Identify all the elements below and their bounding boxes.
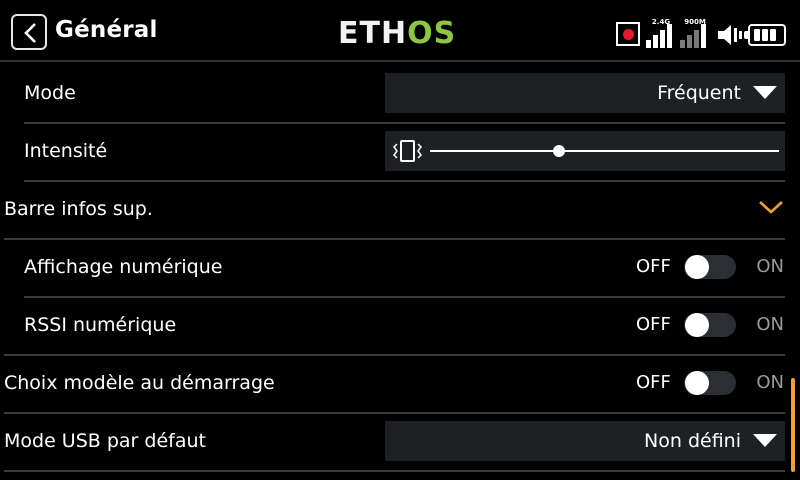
dropdown-arrow-icon xyxy=(753,86,777,99)
slider-track[interactable] xyxy=(430,150,779,152)
signal-2-4g-label: 2.4G xyxy=(651,18,671,26)
toggle-on-label: ON xyxy=(756,256,784,277)
mode-label: Mode xyxy=(24,82,76,104)
vibration-icon xyxy=(393,140,422,162)
divider xyxy=(4,470,785,472)
mode-value: Fréquent xyxy=(657,82,741,104)
speaker-icon xyxy=(718,25,742,45)
toggle-knob[interactable] xyxy=(685,255,709,279)
model-choice-toggle[interactable]: OFF ON xyxy=(624,354,784,412)
logo-text-eth: ETH xyxy=(338,16,408,51)
setting-row-intensity: Intensité xyxy=(0,122,800,180)
intensity-label: Intensité xyxy=(24,140,108,162)
usb-mode-dropdown[interactable]: Non défini xyxy=(385,421,785,461)
mode-dropdown[interactable]: Fréquent xyxy=(385,73,785,113)
rssi-numeric-toggle[interactable]: OFF ON xyxy=(624,296,784,354)
header-bar: Général ETHOS 2.4G 900M xyxy=(0,0,800,66)
signal-900m-label: 900M xyxy=(684,18,706,26)
logo-text-os: OS xyxy=(407,16,457,51)
usb-mode-label: Mode USB par défaut xyxy=(4,430,206,452)
signal-900m-icon: 900M xyxy=(678,18,712,48)
toggle-on-label: ON xyxy=(756,314,784,335)
dropdown-arrow-icon xyxy=(753,434,777,447)
model-choice-label: Choix modèle au démarrage xyxy=(4,372,275,394)
setting-row-rssi-numeric: RSSI numérique OFF ON xyxy=(0,296,800,354)
toggle-off-label: OFF xyxy=(636,314,671,335)
rssi-numeric-label: RSSI numérique xyxy=(24,314,177,336)
chevron-left-icon xyxy=(24,23,36,43)
toggle-off-label: OFF xyxy=(636,372,671,393)
infobar-label: Barre infos sup. xyxy=(4,198,153,220)
toggle-knob[interactable] xyxy=(685,371,709,395)
toggle-on-label: ON xyxy=(756,372,784,393)
battery-icon xyxy=(744,24,786,46)
numeric-display-toggle[interactable]: OFF ON xyxy=(624,238,784,296)
record-icon xyxy=(616,22,640,46)
section-header-infobar[interactable]: Barre infos sup. xyxy=(0,180,800,238)
toggle-knob[interactable] xyxy=(685,313,709,337)
numeric-display-label: Affichage numérique xyxy=(24,256,223,278)
back-button[interactable] xyxy=(11,14,47,50)
header-divider xyxy=(0,60,800,62)
page-title: Général xyxy=(55,17,158,43)
setting-row-model-choice: Choix modèle au démarrage OFF ON xyxy=(0,354,800,412)
setting-row-mode: Mode Fréquent xyxy=(0,64,800,122)
intensity-slider[interactable] xyxy=(385,131,785,171)
setting-row-usb-mode: Mode USB par défaut Non défini xyxy=(0,412,800,470)
signal-2-4g-icon: 2.4G xyxy=(644,18,678,48)
chevron-down-icon[interactable] xyxy=(758,199,784,215)
usb-mode-value: Non défini xyxy=(644,430,741,452)
setting-row-numeric-display: Affichage numérique OFF ON xyxy=(0,238,800,296)
toggle-off-label: OFF xyxy=(636,256,671,277)
scrollbar[interactable] xyxy=(791,378,795,472)
slider-knob[interactable] xyxy=(553,145,566,157)
ethos-logo: ETHOS xyxy=(338,16,456,52)
